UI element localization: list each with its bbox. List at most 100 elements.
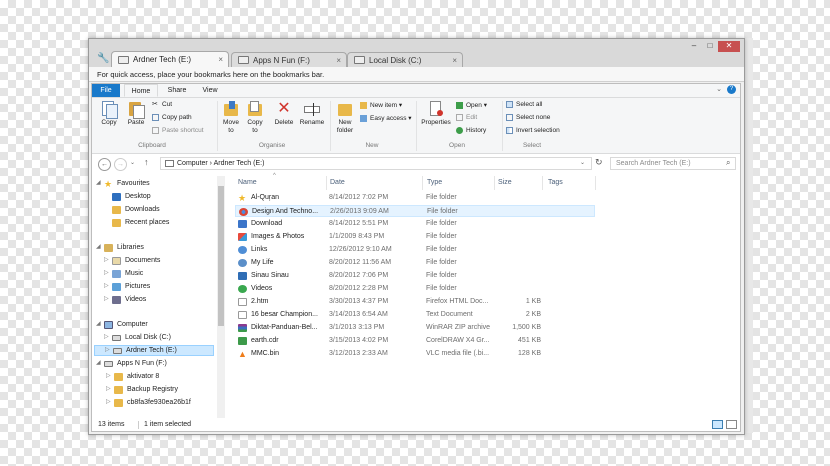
wrench-icon[interactable]: 🔧 (97, 53, 109, 64)
paste-shortcut-button[interactable]: Paste shortcut (152, 127, 204, 134)
chevron-down-icon[interactable]: ⌄ (716, 85, 722, 93)
expand-arrow-icon[interactable]: ▷ (106, 384, 114, 395)
tree-item-downloads[interactable]: Downloads (104, 204, 160, 215)
collapse-arrow-icon[interactable]: ◢ (96, 358, 104, 369)
file-row[interactable]: Videos 8/20/2012 2:28 PM File folder (235, 283, 595, 295)
tree-item-documents[interactable]: ▷ Documents (104, 255, 160, 266)
file-row[interactable]: 2.htm 3/30/2013 4:37 PM Firefox HTML Doc… (235, 296, 595, 308)
tab-home[interactable]: Home (124, 84, 158, 97)
expand-arrow-icon[interactable]: ▷ (104, 255, 112, 266)
expand-arrow-icon[interactable]: ▷ (105, 345, 113, 356)
tree-item-recent-places[interactable]: Recent places (104, 217, 169, 228)
minimize-button[interactable]: – (686, 41, 702, 52)
forward-arrow-icon[interactable]: → (114, 158, 127, 171)
tree-item-backup-registry[interactable]: ▷ Backup Registry (106, 384, 178, 395)
new-item-button[interactable]: New item ▾ (360, 101, 402, 109)
nav-scrollbar-thumb[interactable] (218, 186, 224, 326)
expand-arrow-icon[interactable]: ▷ (104, 332, 112, 343)
cut-button[interactable]: ✂ Cut (152, 101, 172, 108)
tree-item-apps-n-fun[interactable]: ◢ Apps N Fun (F:) (96, 358, 167, 369)
copy-path-button[interactable]: Copy path (152, 114, 192, 121)
close-button[interactable]: ✕ (718, 41, 740, 52)
select-all-button[interactable]: Select all (506, 101, 542, 108)
tree-item-cb8fa[interactable]: ▷ cb8fa3fe930ea26b1f (106, 397, 191, 408)
expand-arrow-icon[interactable]: ▷ (106, 371, 114, 382)
file-row[interactable]: Sinau Sinau 8/20/2012 7:06 PM File folde… (235, 270, 595, 282)
column-separator[interactable] (542, 176, 543, 190)
column-header-size[interactable]: Size (498, 176, 512, 190)
file-row[interactable]: Download 8/14/2012 5:51 PM File folder (235, 218, 595, 230)
file-row[interactable]: Diktat-Panduan-Bel... 3/1/2013 3:13 PM W… (235, 322, 595, 334)
column-header-date[interactable]: Date (330, 176, 345, 190)
column-header-name[interactable]: Name (238, 176, 257, 190)
search-input[interactable]: Search Ardner Tech (E:) (610, 157, 736, 170)
nav-scrollbar[interactable] (217, 176, 225, 418)
up-arrow-icon[interactable]: ↑ (144, 157, 149, 167)
column-separator[interactable] (595, 176, 596, 190)
tree-item-desktop[interactable]: Desktop (104, 191, 151, 202)
history-button[interactable]: History (456, 127, 486, 134)
large-icons-view-icon[interactable] (726, 420, 737, 429)
tab-ardner-tech[interactable]: Ardner Tech (E:) × (111, 51, 229, 67)
tree-item-libraries[interactable]: ◢ Libraries (96, 242, 144, 253)
tree-item-videos[interactable]: ▷ Videos (104, 294, 146, 305)
collapse-arrow-icon[interactable]: ◢ (96, 242, 104, 253)
select-all-label: Select all (516, 101, 543, 108)
copy-to-button[interactable]: Copy to (244, 101, 266, 135)
tab-view[interactable]: View (196, 84, 224, 97)
file-row[interactable]: 16 besar Champion... 3/14/2013 6:54 AM T… (235, 309, 595, 321)
expand-arrow-icon[interactable]: ▷ (106, 397, 114, 408)
column-separator[interactable] (494, 176, 495, 190)
file-row[interactable]: earth.cdr 3/15/2013 4:02 PM CorelDRAW X4… (235, 335, 595, 347)
paste-button[interactable]: Paste (124, 101, 148, 127)
tree-item-ardner-tech[interactable]: ▷ Ardner Tech (E:) (94, 345, 214, 356)
collapse-arrow-icon[interactable]: ◢ (96, 319, 104, 330)
tree-item-favourites[interactable]: ◢ ★ Favourites (96, 178, 150, 189)
tab-close-icon[interactable]: × (336, 56, 341, 65)
file-row[interactable]: Links 12/26/2012 9:10 AM File folder (235, 244, 595, 256)
tab-close-icon[interactable]: × (218, 55, 223, 64)
tree-item-local-disk[interactable]: ▷ Local Disk (C:) (104, 332, 171, 343)
tab-share[interactable]: Share (162, 84, 192, 97)
edit-button[interactable]: Edit (456, 114, 477, 121)
tree-item-computer[interactable]: ◢ Computer (96, 319, 148, 330)
move-to-button[interactable]: Move to (220, 101, 242, 135)
delete-button[interactable]: ✕ Delete (272, 101, 296, 127)
tree-item-music[interactable]: ▷ Music (104, 268, 143, 279)
tab-file[interactable]: File (92, 84, 120, 97)
back-arrow-icon[interactable]: ← (98, 158, 111, 171)
tab-close-icon[interactable]: × (452, 56, 457, 65)
address-dropdown-icon[interactable]: ⌄ (580, 159, 585, 166)
expand-arrow-icon[interactable]: ▷ (104, 281, 112, 292)
details-view-icon[interactable] (712, 420, 723, 429)
tab-local-disk[interactable]: Local Disk (C:) × (347, 52, 463, 67)
collapse-arrow-icon[interactable]: ◢ (96, 178, 104, 189)
expand-arrow-icon[interactable]: ▷ (104, 294, 112, 305)
tree-item-pictures[interactable]: ▷ Pictures (104, 281, 150, 292)
open-button[interactable]: Open ▾ (456, 101, 487, 109)
new-folder-button[interactable]: New folder (334, 101, 356, 135)
invert-selection-button[interactable]: Invert selection (506, 127, 560, 134)
column-separator[interactable] (422, 176, 423, 190)
rename-button[interactable]: Rename (298, 101, 326, 127)
tree-item-aktivator[interactable]: ▷ aktivator 8 (106, 371, 159, 382)
file-row[interactable]: ★ Al-Qur̦an 8/14/2012 7:02 PM File folde… (235, 192, 595, 204)
maximize-button[interactable]: □ (702, 41, 718, 52)
help-icon[interactable]: ? (727, 85, 736, 94)
recent-locations-icon[interactable]: ⌄ (130, 159, 135, 166)
file-row[interactable]: ▲ MMC.bin 3/12/2013 2:33 AM VLC media fi… (235, 348, 595, 360)
properties-button[interactable]: Properties (420, 101, 452, 127)
column-header-type[interactable]: Type (427, 176, 442, 190)
select-none-button[interactable]: Select none (506, 114, 550, 121)
column-separator[interactable] (326, 176, 327, 190)
file-row[interactable]: Images & Photos 1/1/2009 8:43 PM File fo… (235, 231, 595, 243)
easy-access-button[interactable]: Easy access ▾ (360, 114, 412, 122)
expand-arrow-icon[interactable]: ▷ (104, 268, 112, 279)
address-field[interactable]: Computer › Ardner Tech (E:) (160, 157, 592, 170)
file-row[interactable]: My Life 8/20/2012 11:56 AM File folder (235, 257, 595, 269)
refresh-icon[interactable]: ↻ (595, 157, 603, 168)
file-row[interactable]: Design And Techno... 2/26/2013 9:09 AM F… (235, 205, 595, 217)
tab-apps-n-fun[interactable]: Apps N Fun (F:) × (231, 52, 347, 67)
column-header-tags[interactable]: Tags (548, 176, 563, 190)
copy-button[interactable]: Copy (98, 101, 120, 127)
